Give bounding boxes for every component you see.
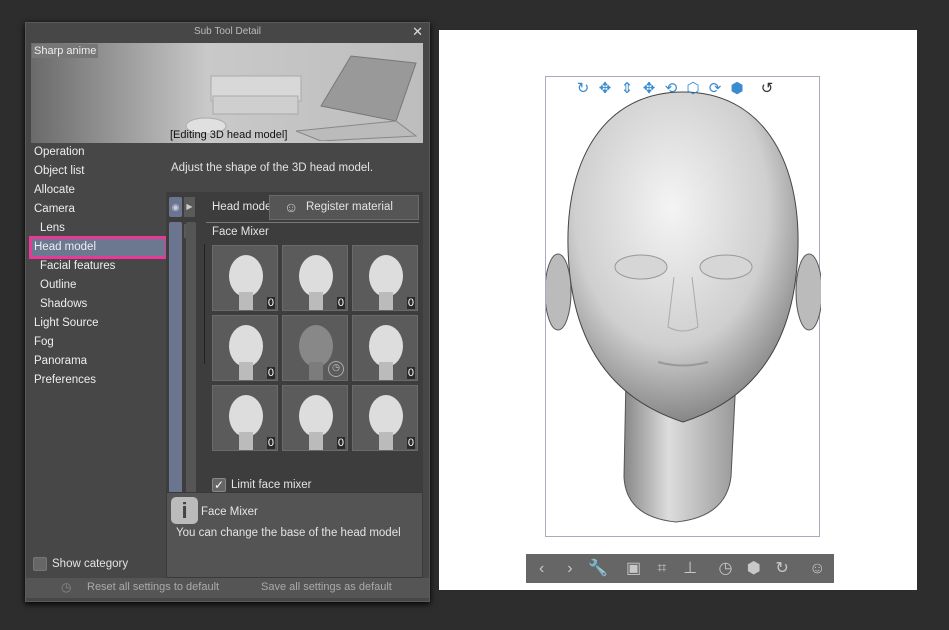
reset-rotation-icon[interactable]: ↻ xyxy=(770,554,793,583)
register-material-label: Register material xyxy=(306,201,393,213)
next-icon[interactable]: › xyxy=(558,554,581,583)
face-mixer-thumbnail[interactable]: 0 xyxy=(212,385,278,451)
sub-tool-detail-panel: Sub Tool Detail ✕ Sharp anime [Editing 3… xyxy=(25,22,430,602)
move-plane-icon[interactable]: ⬢ xyxy=(726,79,748,99)
preset-preview: Sharp anime [Editing 3D head model] xyxy=(31,43,423,143)
3d-head-model[interactable]: ↻ ✥ ⇕ ✥ ⟲ ⬡ ⟳ ⬢ ↺ xyxy=(545,76,821,537)
register-material-button[interactable]: ☺ Register material xyxy=(269,195,419,220)
head-thumbnail-icon xyxy=(369,325,403,380)
expand-bar[interactable] xyxy=(186,222,196,512)
head-thumbnail-icon xyxy=(229,325,263,380)
face-mixer-label: Face Mixer xyxy=(212,226,269,238)
close-icon[interactable]: ✕ xyxy=(412,24,423,40)
description-box: Adjust the shape of the 3D head model. xyxy=(166,144,423,192)
thumbnail-count: 0 xyxy=(266,297,275,309)
camera-angle-icon[interactable]: ▣ xyxy=(622,554,645,583)
tree-line xyxy=(204,244,205,364)
info-box: i Face Mixer You can change the base of … xyxy=(166,492,423,578)
face-mixer-thumbnail[interactable]: 0 xyxy=(212,245,278,311)
reset-position-icon[interactable]: ◷ xyxy=(714,554,737,583)
face-mixer-thumbnail[interactable]: 0 xyxy=(352,245,418,311)
thumbnail-count: 0 xyxy=(266,437,275,449)
head-thumbnail-icon xyxy=(299,255,333,310)
face-mixer-thumbnail[interactable]: 0 xyxy=(212,315,278,381)
register-material-icon[interactable]: ☺ xyxy=(806,554,829,583)
nav-item-preferences[interactable]: Preferences xyxy=(34,374,96,386)
limit-face-mixer-label: Limit face mixer xyxy=(231,479,312,491)
face-mixer-thumbnail[interactable]: 0 xyxy=(352,315,418,381)
info-text: You can change the base of the head mode… xyxy=(176,527,401,539)
eye-icon[interactable]: ◉ xyxy=(169,197,182,217)
bottom-bar: ◷ Reset all settings to default Save all… xyxy=(26,578,429,598)
limit-face-mixer-checkbox[interactable]: ✓ xyxy=(212,478,226,492)
info-icon: i xyxy=(171,497,198,524)
reset-model-icon[interactable]: ⬢ xyxy=(742,554,765,583)
bottom-toolbar: ‹ › 🔧 ▣ ⌗ ⊥ ◷ ⬢ ↻ ☺ xyxy=(526,554,834,583)
nav-item-camera[interactable]: Camera xyxy=(34,203,75,215)
thumbnail-count: 0 xyxy=(406,297,415,309)
face-mixer-thumbnail[interactable]: 0 xyxy=(282,245,348,311)
reset-rotation-icon[interactable]: ↺ xyxy=(756,79,778,99)
info-title: Face Mixer xyxy=(201,506,258,518)
reset-icon: ◷ xyxy=(61,580,72,594)
save-default-button[interactable]: Save all settings as default xyxy=(261,581,392,593)
preset-name: Sharp anime xyxy=(32,44,99,58)
head-thumbnail-icon xyxy=(299,395,333,450)
move-icon[interactable]: ✥ xyxy=(638,79,660,99)
nav-item-object-list[interactable]: Object list xyxy=(34,165,85,177)
nav-item-panorama[interactable]: Panorama xyxy=(34,355,87,367)
rotate-xy-icon[interactable]: ⬡ xyxy=(682,79,704,99)
show-category-label: Show category xyxy=(52,558,129,570)
head-thumbnail-icon xyxy=(369,255,403,310)
reset-settings-button[interactable]: Reset all settings to default xyxy=(87,581,219,593)
ground-icon[interactable]: ⊥ xyxy=(678,554,701,583)
top-toolbar: ↻ ✥ ⇕ ✥ ⟲ ⬡ ⟳ ⬢ ↺ xyxy=(572,79,778,99)
expand-arrow-icon[interactable]: ▶ xyxy=(184,197,195,217)
show-category-checkbox[interactable] xyxy=(33,557,47,571)
face-mixer-thumbnail[interactable]: 0 xyxy=(352,385,418,451)
nav-item-lens[interactable]: Lens xyxy=(40,222,65,234)
nav-item-outline[interactable]: Outline xyxy=(40,279,76,291)
zoom-camera-icon[interactable]: ⇕ xyxy=(616,79,638,99)
nav-item-light-source[interactable]: Light Source xyxy=(34,317,99,329)
preview-caption: [Editing 3D head model] xyxy=(170,129,288,141)
visibility-bar[interactable] xyxy=(169,222,182,512)
thumbnail-count: 0 xyxy=(336,437,345,449)
panel-title: Sub Tool Detail xyxy=(193,26,262,37)
nav-item-operation[interactable]: Operation xyxy=(34,146,85,158)
face-mixer-thumbnail[interactable]: 0 xyxy=(282,385,348,451)
nav-item-shadows[interactable]: Shadows xyxy=(40,298,87,310)
register-material-icon: ☺ xyxy=(284,199,299,215)
settings-area: Adjust the shape of the 3D head model. ◉… xyxy=(166,144,423,578)
wrench-icon[interactable]: 🔧 xyxy=(587,554,610,583)
camera-rotate-icon[interactable]: ↻ xyxy=(572,79,594,99)
rotate-plane-icon[interactable]: ⟳ xyxy=(704,79,726,99)
thumbnail-count: 0 xyxy=(336,297,345,309)
nav-item-allocate[interactable]: Allocate xyxy=(34,184,75,196)
canvas[interactable]: ↻ ✥ ⇕ ✥ ⟲ ⬡ ⟳ ⬢ ↺ ‹ › 🔧 ▣ ⌗ ⊥ ◷ ⬢ ↻ ☺ xyxy=(439,30,917,590)
face-mixer-thumbnail[interactable]: ◷ xyxy=(282,315,348,381)
head-model-render xyxy=(546,91,821,523)
thumbnail-count: 0 xyxy=(266,367,275,379)
divider xyxy=(206,222,419,223)
head-thumbnail-icon xyxy=(229,395,263,450)
nav-item-facial-features[interactable]: Facial features xyxy=(40,260,115,272)
pan-icon[interactable]: ✥ xyxy=(594,79,616,99)
rotate-icon[interactable]: ⟲ xyxy=(660,79,682,99)
reset-icon[interactable]: ◷ xyxy=(328,361,344,377)
fit-icon[interactable]: ⌗ xyxy=(650,554,673,583)
head-model-label: Head model xyxy=(212,201,275,213)
description-text: Adjust the shape of the 3D head model. xyxy=(171,162,374,174)
nav-item-fog[interactable]: Fog xyxy=(34,336,54,348)
thumbnail-count: 0 xyxy=(406,437,415,449)
preview-illustration xyxy=(185,55,418,141)
thumbnail-count: 0 xyxy=(406,367,415,379)
nav-item-head-model[interactable]: Head model xyxy=(34,241,96,253)
head-thumbnail-icon xyxy=(369,395,403,450)
head-thumbnail-icon xyxy=(229,255,263,310)
previous-icon[interactable]: ‹ xyxy=(530,554,553,583)
